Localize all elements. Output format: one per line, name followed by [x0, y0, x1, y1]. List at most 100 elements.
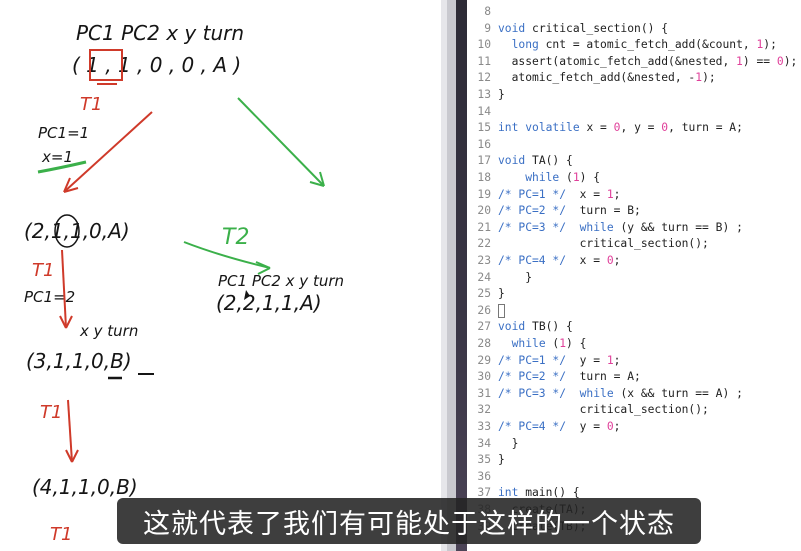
code-text: /* PC=1 */ x = 1; — [498, 187, 621, 201]
code-line[interactable]: 29 /* PC=1 */ y = 1; — [467, 353, 801, 370]
code-text: /* PC=2 */ turn = B; — [498, 204, 641, 218]
code-line[interactable]: 22 critical_section(); — [467, 236, 801, 253]
line-number: 18 — [477, 171, 491, 184]
code-line[interactable]: 9 void critical_section() { — [467, 21, 801, 38]
line-number: 17 — [477, 154, 491, 168]
code-line[interactable]: 32 critical_section(); — [467, 402, 801, 419]
code-line[interactable]: 19 /* PC=1 */ x = 1; — [467, 187, 801, 204]
line-number: 9 — [484, 21, 491, 35]
code-text: int volatile x = 0, y = 0, turn = A; — [498, 121, 743, 135]
line-number: 27 — [477, 320, 491, 334]
code-line[interactable]: 12 atomic_fetch_add(&nested, -1); — [467, 70, 801, 87]
side-dock — [456, 0, 467, 551]
code-text: void TB() { — [498, 320, 573, 334]
code-line[interactable]: 14 — [467, 104, 801, 121]
line-number: 20 — [477, 204, 491, 218]
line-number: 11 — [477, 54, 491, 68]
code-text: } — [498, 270, 533, 284]
code-line[interactable]: 20 /* PC=2 */ turn = B; — [467, 203, 801, 220]
code-text: void TA() { — [498, 154, 573, 168]
code-line[interactable]: 33 /* PC=4 */ y = 0; — [467, 419, 801, 436]
line-number: 13 — [477, 88, 491, 101]
line-number: 26 — [477, 303, 491, 317]
line-number: 36 — [477, 469, 491, 483]
wb-note-pc2: PC1=2 — [24, 288, 75, 306]
code-text: critical_section(); — [498, 237, 709, 251]
line-number: 32 — [477, 403, 491, 417]
wb-note-x: x=1 — [41, 148, 73, 166]
code-text: long cnt = atomic_fetch_add(&count, 1); — [511, 38, 777, 52]
code-text: } — [498, 88, 505, 101]
code-line[interactable]: 16 — [467, 137, 801, 154]
line-number: 22 — [477, 237, 491, 251]
wb-t1-label-a: T1 — [80, 94, 102, 115]
code-line[interactable]: 23 /* PC=4 */ x = 0; — [467, 253, 801, 270]
text-cursor — [498, 303, 505, 318]
code-text: } — [498, 287, 505, 301]
line-number: 14 — [477, 104, 491, 118]
code-line[interactable]: 11 assert(atomic_fetch_add(&nested, 1) =… — [467, 54, 801, 71]
code-text: /* PC=3 */ while (y && turn == B) ; — [498, 220, 743, 234]
wb-state-1: ( 1 , 1 , 0 , 0 , A ) — [72, 53, 241, 77]
code-line[interactable]: 17 void TA() { — [467, 153, 801, 170]
code-text: void critical_section() { — [498, 21, 669, 35]
line-number: 21 — [477, 220, 491, 234]
code-line[interactable]: 31 /* PC=3 */ while (x && turn == A) ; — [467, 386, 801, 403]
screen: PC1 PC2 x y turn ( 1 , 1 , 0 , 0 , A ) T… — [0, 0, 801, 551]
code-text: /* PC=2 */ turn = A; — [498, 370, 641, 384]
line-number: 34 — [477, 436, 491, 450]
code-line[interactable]: 21 /* PC=3 */ while (y && turn == B) ; — [467, 220, 801, 237]
line-number: 19 — [477, 187, 491, 201]
wb-arrow-green — [237, 97, 325, 187]
wb-t1-label-c: T1 — [40, 402, 62, 423]
wb-t1-label-b: T1 — [32, 260, 54, 281]
code-text: while (1) { — [511, 337, 587, 350]
code-line[interactable]: 36 — [467, 469, 801, 486]
line-number: 24 — [477, 270, 491, 284]
code-text: /* PC=3 */ while (x && turn == A) ; — [498, 386, 743, 400]
code-text: assert(atomic_fetch_add(&nested, 1) == 0… — [498, 54, 798, 68]
subtitle-text: 这就代表了我们有可能处于这样的一个状态 — [143, 508, 675, 540]
code-line[interactable]: 10 long cnt = atomic_fetch_add(&count, 1… — [467, 37, 801, 54]
code-text: /* PC=1 */ y = 1; — [498, 353, 621, 367]
wb-state-4: (4,1,1,0,B) — [32, 475, 138, 499]
line-number: 30 — [477, 370, 491, 384]
code-line[interactable]: 18 while (1) { — [467, 170, 801, 187]
code-text: } — [498, 436, 519, 450]
wb-right-state: (2,2,1,1,A) — [216, 291, 322, 315]
code-line[interactable]: 25} — [467, 286, 801, 303]
code-text: while (1) { — [525, 171, 601, 184]
code-line[interactable]: 35} — [467, 452, 801, 469]
code-line[interactable]: 8 — [467, 4, 801, 21]
wb-header-2: x y turn — [79, 322, 138, 340]
line-number: 15 — [477, 121, 491, 135]
line-number: 28 — [477, 337, 491, 350]
whiteboard-drawing: PC1 PC2 x y turn ( 1 , 1 , 0 , 0 , A ) T… — [24, 21, 344, 545]
code-line[interactable]: 30 /* PC=2 */ turn = A; — [467, 369, 801, 386]
code-line[interactable]: 34 } — [467, 436, 801, 453]
code-editor[interactable]: 8 9 void critical_section() { 10 long cnt =… — [467, 0, 801, 551]
line-number: 23 — [477, 254, 491, 267]
code-text: /* PC=4 */ x = 0; — [498, 254, 621, 267]
line-number: 33 — [477, 420, 491, 433]
code-line[interactable]: 24 } — [467, 270, 801, 287]
code-line[interactable]: 26 — [467, 303, 801, 320]
code-line[interactable]: 27 void TB() { — [467, 319, 801, 336]
line-number: 29 — [477, 353, 491, 367]
code-text: } — [498, 453, 505, 467]
wb-note-pc: PC1=1 — [38, 124, 89, 142]
code-line[interactable]: 13} — [467, 87, 801, 104]
wb-t1-label-d: T1 — [50, 524, 72, 545]
line-number: 16 — [477, 137, 491, 151]
whiteboard-canvas[interactable]: PC1 PC2 x y turn ( 1 , 1 , 0 , 0 , A ) T… — [0, 0, 447, 551]
code-line[interactable]: 28 while (1) { — [467, 336, 801, 353]
wb-state-3: (3,1,1,0,B) — [26, 349, 132, 373]
code-text: atomic_fetch_add(&nested, -1); — [498, 71, 716, 85]
wb-right-header: PC1 PC2 x y turn — [218, 272, 344, 290]
line-number: 31 — [477, 386, 491, 400]
code-line[interactable]: 15 int volatile x = 0, y = 0, turn = A; — [467, 120, 801, 137]
line-number: 8 — [484, 5, 491, 18]
line-number: 25 — [477, 287, 491, 301]
wb-t2-label: T2 — [222, 225, 249, 250]
subtitle-bar: 这就代表了我们有可能处于这样的一个状态 — [117, 498, 701, 544]
